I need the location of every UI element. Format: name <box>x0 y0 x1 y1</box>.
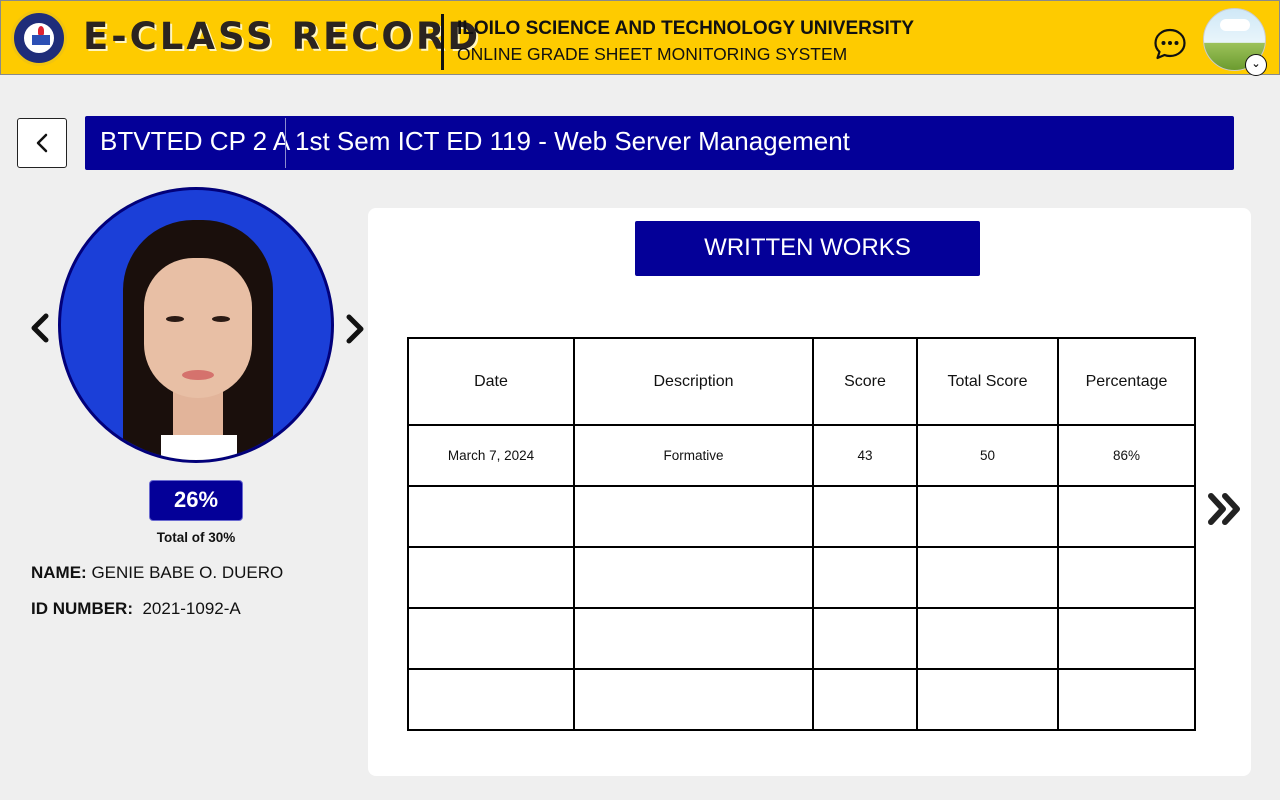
name-label: NAME: <box>31 563 87 582</box>
grade-total-label: Total of 30% <box>156 530 236 545</box>
column-header-description: Description <box>573 337 814 426</box>
chat-icon[interactable] <box>1153 27 1187 61</box>
cell-percentage <box>1057 668 1196 731</box>
app-brand-title: E-CLASS RECORD <box>83 15 482 58</box>
written-works-title: WRITTEN WORKS <box>635 221 980 276</box>
student-name-row: NAME: GENIE BABE O. DUERO <box>31 563 283 583</box>
double-chevron-right-icon[interactable] <box>1206 490 1244 528</box>
student-name: GENIE BABE O. DUERO <box>91 563 284 582</box>
cell-total-score: 50 <box>916 424 1059 487</box>
system-name: ONLINE GRADE SHEET MONITORING SYSTEM <box>457 44 848 64</box>
app-header: E-CLASS RECORD ILOILO SCIENCE AND TECHNO… <box>0 0 1280 76</box>
cell-score <box>812 485 918 548</box>
table-row <box>407 607 1196 670</box>
course-divider <box>285 118 286 168</box>
back-button[interactable] <box>17 118 67 168</box>
cell-total-score <box>916 607 1059 670</box>
chevron-left-icon <box>36 133 48 153</box>
table-header-row: Date Description Score Total Score Perce… <box>407 337 1196 426</box>
cell-date <box>407 485 575 548</box>
id-label: ID NUMBER: <box>31 599 133 618</box>
column-header-date: Date <box>407 337 575 426</box>
cell-score <box>812 668 918 731</box>
university-name: ILOILO SCIENCE AND TECHNOLOGY UNIVERSITY <box>457 18 915 39</box>
column-header-total-score: Total Score <box>916 337 1059 426</box>
header-divider <box>441 14 444 70</box>
cell-date <box>407 546 575 609</box>
student-id: 2021-1092-A <box>142 599 241 618</box>
cell-score <box>812 546 918 609</box>
cell-date: March 7, 2024 <box>407 424 575 487</box>
cell-total-score <box>916 668 1059 731</box>
table-row <box>407 668 1196 731</box>
course-header: BTVTED CP 2 A 1st Sem ICT ED 119 - Web S… <box>85 116 1234 170</box>
column-header-score: Score <box>812 337 918 426</box>
course-title: 1st Sem ICT ED 119 - Web Server Manageme… <box>295 126 850 156</box>
cell-description <box>573 485 814 548</box>
cell-description <box>573 546 814 609</box>
class-section: BTVTED CP 2 A <box>100 126 291 156</box>
cell-description <box>573 607 814 670</box>
cell-score: 43 <box>812 424 918 487</box>
student-id-row: ID NUMBER: 2021-1092-A <box>31 599 241 619</box>
cell-date <box>407 607 575 670</box>
next-student-icon[interactable] <box>343 313 367 345</box>
chevron-down-icon[interactable]: ⌄ <box>1245 54 1267 76</box>
university-seal-icon <box>11 10 67 66</box>
table-row: March 7, 2024 Formative 43 50 86% <box>407 424 1196 487</box>
cell-total-score <box>916 546 1059 609</box>
cell-percentage <box>1057 485 1196 548</box>
grade-percent-badge: 26% <box>149 480 243 521</box>
cell-percentage <box>1057 607 1196 670</box>
cell-description: Formative <box>573 424 814 487</box>
cell-percentage <box>1057 546 1196 609</box>
cell-percentage: 86% <box>1057 424 1196 487</box>
student-photo <box>58 187 334 463</box>
cell-total-score <box>916 485 1059 548</box>
previous-student-icon[interactable] <box>28 312 52 344</box>
grades-table: Date Description Score Total Score Perce… <box>407 337 1196 731</box>
cell-date <box>407 668 575 731</box>
column-header-percentage: Percentage <box>1057 337 1196 426</box>
table-row <box>407 546 1196 609</box>
cell-score <box>812 607 918 670</box>
table-row <box>407 485 1196 548</box>
cell-description <box>573 668 814 731</box>
